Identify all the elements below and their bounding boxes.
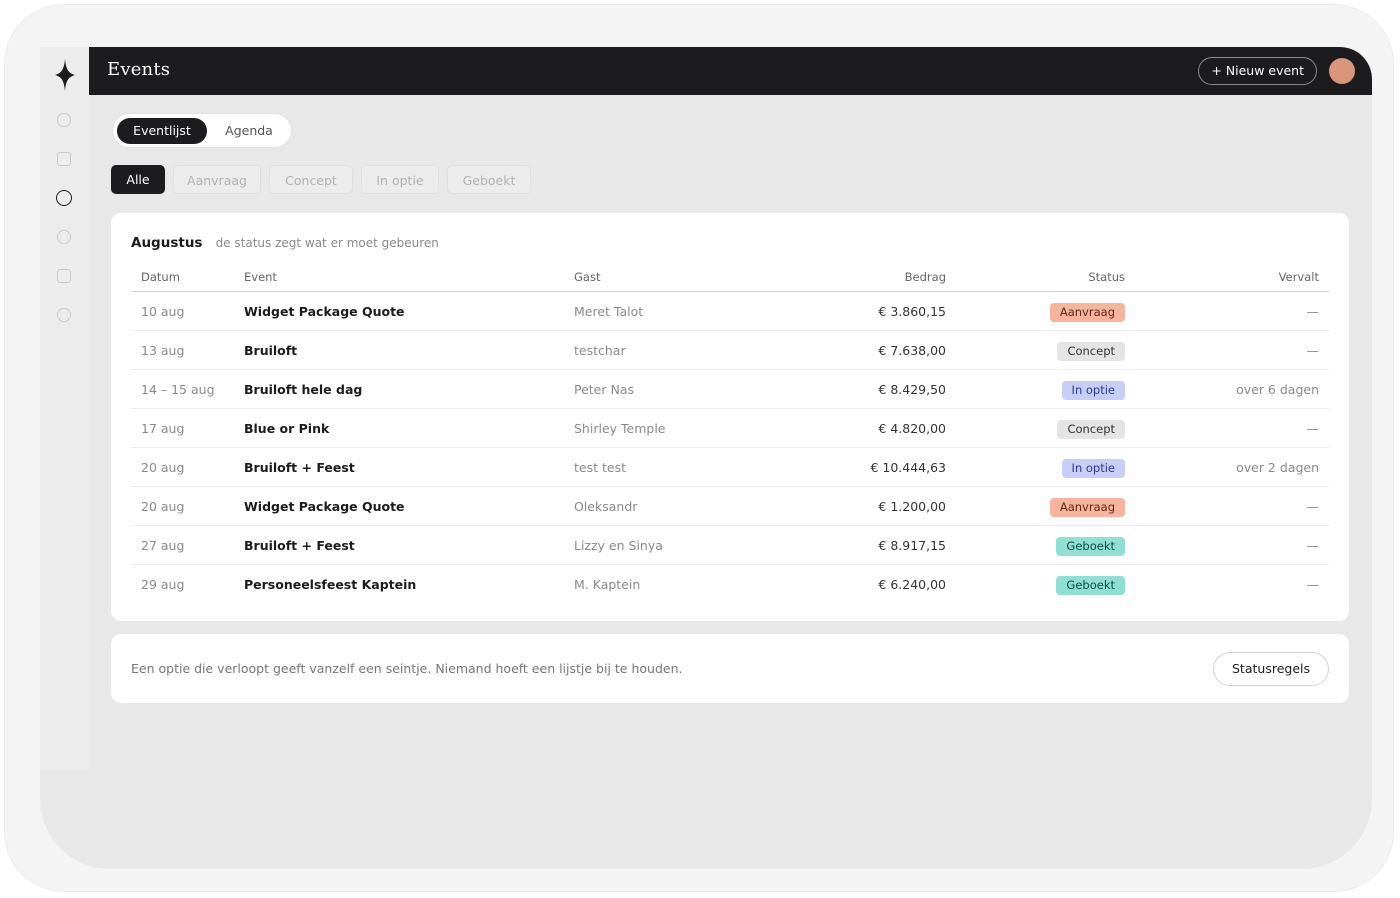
status-cell: In optie	[1061, 380, 1125, 400]
expires-cell: over 6 dagen	[1236, 382, 1319, 397]
table-row[interactable]: 27 aug Bruiloft + Feest Lizzy en Sinya € 8.…	[131, 526, 1329, 565]
event-cell: Bruiloft hele dag	[244, 382, 363, 397]
sidebar-nav-square-icon[interactable]	[57, 152, 71, 166]
filter-in-optie[interactable]: In optie	[361, 165, 439, 194]
table-row[interactable]: 10 aug Widget Package Quote Meret Talot € 3…	[131, 292, 1329, 331]
month-subtitle: de status zegt wat er moet gebeuren	[215, 236, 439, 250]
app-screen: Events + Nieuw event Eventlijst Agenda A…	[40, 47, 1372, 869]
expires-cell: —	[1306, 499, 1320, 514]
column-header-vervalt[interactable]: Vervalt	[1279, 263, 1319, 291]
amount-cell: € 3.860,15	[878, 304, 946, 319]
column-header-event[interactable]: Event	[244, 263, 277, 291]
filter-aanvraag[interactable]: Aanvraag	[173, 165, 261, 194]
guest-cell: Shirley Temple	[574, 421, 666, 436]
column-header-status[interactable]: Status	[1088, 263, 1125, 291]
table-row[interactable]: 29 aug Personeelsfeest Kaptein M. Kaptein €…	[131, 565, 1329, 604]
avatar[interactable]	[1329, 58, 1355, 84]
date-cell: 20 aug	[141, 499, 185, 514]
guest-cell: M. Kaptein	[574, 577, 641, 592]
guest-cell: Lizzy en Sinya	[574, 538, 663, 553]
topbar: Events + Nieuw event	[89, 47, 1372, 95]
expires-cell: —	[1306, 421, 1320, 436]
expires-cell: —	[1306, 343, 1320, 358]
status-badge: Concept	[1057, 342, 1125, 361]
date-cell: 10 aug	[141, 304, 185, 319]
guest-cell: test test	[574, 460, 626, 475]
expires-cell: over 2 dagen	[1236, 460, 1319, 475]
page-title: Events	[107, 59, 171, 80]
date-cell: 29 aug	[141, 577, 185, 592]
status-badge: Geboekt	[1056, 537, 1125, 556]
sidebar-nav-circle-icon[interactable]	[57, 113, 71, 127]
date-cell: 13 aug	[141, 343, 185, 358]
sidebar-nav-circle-icon[interactable]	[56, 190, 72, 206]
date-cell: 20 aug	[141, 460, 185, 475]
expires-cell: —	[1306, 577, 1320, 592]
card-heading: Augustus de status zegt wat er moet gebe…	[131, 232, 439, 251]
status-cell: Geboekt	[1056, 575, 1125, 595]
events-card: Augustus de status zegt wat er moet gebe…	[111, 213, 1349, 621]
sidebar-nav-square-icon[interactable]	[57, 269, 71, 283]
event-cell: Blue or Pink	[244, 421, 330, 436]
sidebar-nav-circle-icon[interactable]	[57, 308, 71, 322]
column-header-bedrag[interactable]: Bedrag	[905, 263, 946, 291]
date-cell: 27 aug	[141, 538, 185, 553]
amount-cell: € 4.820,00	[878, 421, 946, 436]
table-row[interactable]: 20 aug Bruiloft + Feest test test € 10.444,…	[131, 448, 1329, 487]
status-badge: Concept	[1057, 420, 1125, 439]
filter-geboekt[interactable]: Geboekt	[447, 165, 531, 194]
expires-cell: —	[1306, 538, 1320, 553]
status-badge: In optie	[1061, 459, 1125, 478]
expires-cell: —	[1306, 304, 1320, 319]
event-cell: Widget Package Quote	[244, 304, 405, 319]
date-cell: 14 – 15 aug	[141, 382, 215, 397]
column-header-gast[interactable]: Gast	[574, 263, 600, 291]
status-rules-button[interactable]: Statusregels	[1213, 652, 1329, 686]
amount-cell: € 6.240,00	[878, 577, 946, 592]
table-row[interactable]: 14 – 15 aug Bruiloft hele dag Peter Nas € 8…	[131, 370, 1329, 409]
month-title: Augustus	[131, 235, 203, 251]
date-cell: 17 aug	[141, 421, 185, 436]
status-badge: Aanvraag	[1049, 498, 1125, 517]
amount-cell: € 7.638,00	[878, 343, 946, 358]
guest-cell: testchar	[574, 343, 626, 358]
status-cell: Concept	[1057, 419, 1125, 439]
guest-cell: Peter Nas	[574, 382, 635, 397]
amount-cell: € 10.444,63	[870, 460, 946, 475]
table-row[interactable]: 20 aug Widget Package Quote Oleksandr € 1.2…	[131, 487, 1329, 526]
sidebar	[40, 47, 89, 769]
logo-icon	[55, 59, 75, 91]
guest-cell: Oleksandr	[574, 499, 638, 514]
event-cell: Bruiloft + Feest	[244, 460, 355, 475]
new-event-button[interactable]: + Nieuw event	[1198, 57, 1317, 85]
amount-cell: € 8.429,50	[878, 382, 946, 397]
tab-eventlijst[interactable]: Eventlijst	[117, 118, 207, 144]
guest-cell: Meret Talot	[574, 304, 644, 319]
status-cell: In optie	[1061, 458, 1125, 478]
status-badge: Geboekt	[1056, 576, 1125, 595]
event-cell: Bruiloft	[244, 343, 298, 358]
column-header-datum[interactable]: Datum	[141, 263, 180, 291]
event-cell: Personeelsfeest Kaptein	[244, 577, 417, 592]
status-badge: Aanvraag	[1049, 303, 1125, 322]
tab-agenda[interactable]: Agenda	[213, 118, 285, 144]
amount-cell: € 8.917,15	[878, 538, 946, 553]
status-cell: Aanvraag	[1049, 497, 1125, 517]
device-frame: Events + Nieuw event Eventlijst Agenda A…	[4, 4, 1394, 892]
amount-cell: € 1.200,00	[878, 499, 946, 514]
status-badge: In optie	[1061, 381, 1125, 400]
info-card: Een optie die verloopt geeft vanzelf een…	[111, 634, 1349, 703]
status-cell: Geboekt	[1056, 536, 1125, 556]
filter-concept[interactable]: Concept	[269, 165, 353, 194]
info-text: Een optie die verloopt geeft vanzelf een…	[131, 661, 683, 676]
view-toggle: Eventlijst Agenda	[112, 113, 292, 148]
status-cell: Aanvraag	[1049, 302, 1125, 322]
event-cell: Bruiloft + Feest	[244, 538, 355, 553]
filter-alle[interactable]: Alle	[111, 165, 165, 194]
status-cell: Concept	[1057, 341, 1125, 361]
table-row[interactable]: 17 aug Blue or Pink Shirley Temple € 4.820,…	[131, 409, 1329, 448]
event-cell: Widget Package Quote	[244, 499, 405, 514]
sidebar-nav-circle-icon[interactable]	[57, 230, 71, 244]
table-row[interactable]: 13 aug Bruiloft testchar € 7.638,00 — Concept	[131, 331, 1329, 370]
